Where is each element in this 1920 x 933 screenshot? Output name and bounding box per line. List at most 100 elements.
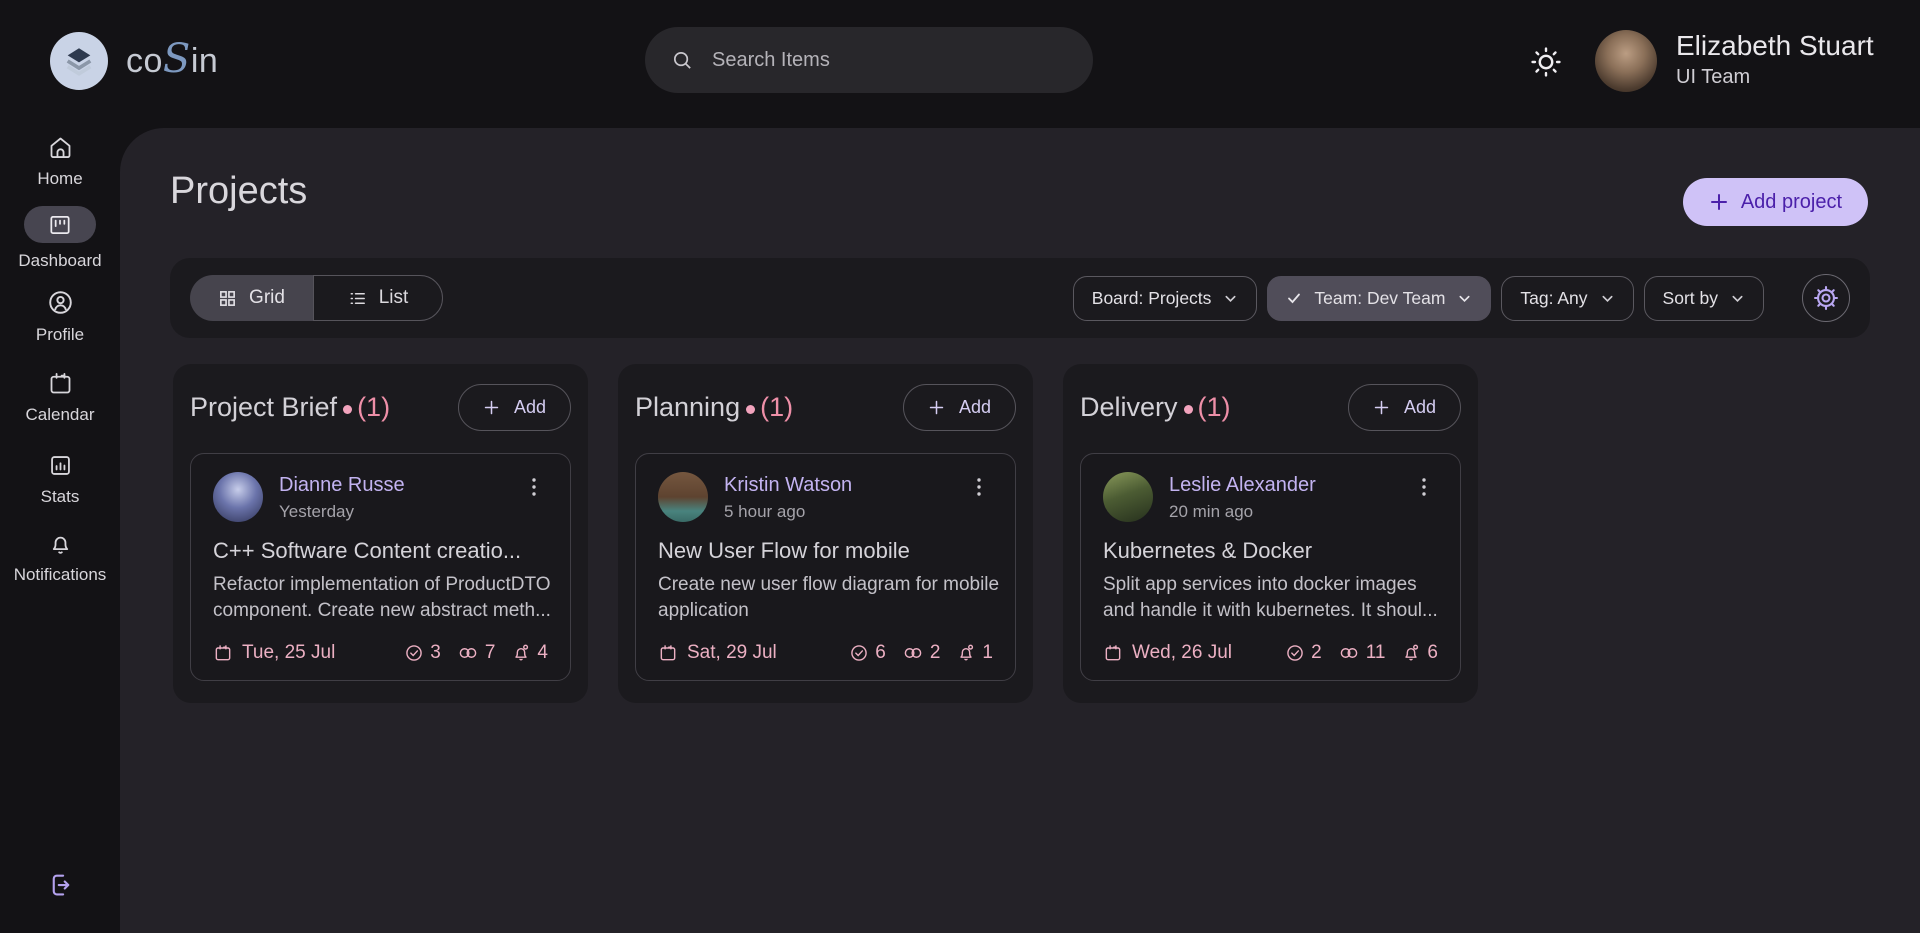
sidebar-label: Stats bbox=[41, 487, 80, 507]
card-header: Kristin Watson 5 hour ago bbox=[658, 472, 993, 522]
board-columns: Project Brief (1) Add Dianne Russe Yeste… bbox=[173, 364, 1478, 703]
kebab-menu-icon[interactable] bbox=[1410, 472, 1438, 502]
add-card-label: Add bbox=[959, 397, 991, 418]
count-dot bbox=[343, 405, 352, 414]
card-due-date: Wed, 26 Jul bbox=[1103, 642, 1232, 664]
user-meta: Elizabeth Stuart UI Team bbox=[1676, 30, 1874, 89]
add-card-button[interactable]: Add bbox=[458, 384, 571, 431]
plus-icon bbox=[928, 399, 945, 416]
card-title: C++ Software Content creatio... bbox=[213, 538, 548, 564]
sidebar-item-dashboard[interactable]: Dashboard bbox=[0, 206, 120, 271]
card-author-avatar bbox=[1103, 472, 1153, 522]
alerts-stat: 6 bbox=[1401, 642, 1438, 664]
card-header: Leslie Alexander 20 min ago bbox=[1103, 472, 1438, 522]
toolbar: Grid List Board: Projects bbox=[170, 258, 1870, 338]
card-author-name: Leslie Alexander bbox=[1169, 474, 1316, 497]
project-card[interactable]: Kristin Watson 5 hour ago New User Flow … bbox=[635, 453, 1016, 681]
card-timestamp: 5 hour ago bbox=[724, 502, 852, 522]
column-count: (1) bbox=[357, 392, 390, 423]
list-view-button[interactable]: List bbox=[313, 275, 443, 321]
project-card[interactable]: Dianne Russe Yesterday C++ Software Cont… bbox=[190, 453, 571, 681]
card-description: Refactor implementation of ProductDTO co… bbox=[213, 572, 558, 624]
tasks-stat: 6 bbox=[849, 642, 886, 664]
sidebar-item-stats[interactable]: Stats bbox=[0, 452, 120, 507]
tasks-stat: 3 bbox=[404, 642, 441, 664]
check-circle-icon bbox=[1285, 643, 1305, 663]
sidebar: Home Dashboard Profile bbox=[0, 128, 120, 933]
card-stats: 6 2 1 bbox=[849, 642, 993, 664]
filter-team[interactable]: Team: Dev Team bbox=[1267, 276, 1491, 321]
brand-name: coSin bbox=[126, 42, 218, 81]
user-avatar[interactable] bbox=[1595, 30, 1657, 92]
column-count: (1) bbox=[760, 392, 793, 423]
stats-icon bbox=[47, 452, 74, 479]
board-icon bbox=[47, 212, 73, 238]
filter-tag[interactable]: Tag: Any bbox=[1501, 276, 1633, 321]
kebab-menu-icon[interactable] bbox=[965, 472, 993, 502]
check-icon bbox=[1286, 290, 1302, 306]
card-footer: Tue, 25 Jul 3 7 4 bbox=[213, 642, 548, 664]
count-dot bbox=[746, 405, 755, 414]
card-author: Dianne Russe Yesterday bbox=[279, 472, 405, 522]
sidebar-label: Home bbox=[37, 169, 82, 189]
card-footer: Sat, 29 Jul 6 2 1 bbox=[658, 642, 993, 664]
main-panel: Projects Add project Grid bbox=[120, 128, 1920, 933]
card-title: Kubernetes & Docker bbox=[1103, 538, 1438, 564]
check-circle-icon bbox=[404, 643, 424, 663]
user-team: UI Team bbox=[1676, 66, 1874, 89]
links-stat: 2 bbox=[902, 642, 941, 664]
settings-gear-icon[interactable] bbox=[1802, 274, 1850, 322]
card-author: Leslie Alexander 20 min ago bbox=[1169, 472, 1316, 522]
calendar-icon bbox=[658, 643, 678, 663]
project-card[interactable]: Leslie Alexander 20 min ago Kubernetes &… bbox=[1080, 453, 1461, 681]
card-footer: Wed, 26 Jul 2 11 6 bbox=[1103, 642, 1438, 664]
add-project-label: Add project bbox=[1741, 191, 1842, 214]
add-card-button[interactable]: Add bbox=[1348, 384, 1461, 431]
link-icon bbox=[1338, 643, 1360, 663]
links-stat: 7 bbox=[457, 642, 496, 664]
brand-logo[interactable]: coSin bbox=[50, 32, 218, 90]
view-toggle: Grid List bbox=[190, 275, 443, 321]
sidebar-item-notifications[interactable]: Notifications bbox=[0, 530, 120, 585]
card-timestamp: 20 min ago bbox=[1169, 502, 1316, 522]
card-stats: 3 7 4 bbox=[404, 642, 548, 664]
bell-badge-icon bbox=[1401, 643, 1421, 663]
bell-badge-icon bbox=[956, 643, 976, 663]
bell-icon bbox=[47, 530, 74, 557]
search-input[interactable] bbox=[712, 49, 1052, 72]
column-planning: Planning (1) Add Kristin Watson 5 hour a… bbox=[618, 364, 1033, 703]
sidebar-item-home[interactable]: Home bbox=[0, 134, 120, 189]
card-author-avatar bbox=[213, 472, 263, 522]
grid-view-button[interactable]: Grid bbox=[190, 275, 313, 321]
layers-icon bbox=[50, 32, 108, 90]
plus-icon bbox=[1373, 399, 1390, 416]
list-label: List bbox=[379, 287, 409, 309]
logout-icon[interactable] bbox=[40, 865, 80, 905]
column-project-brief: Project Brief (1) Add Dianne Russe Yeste… bbox=[173, 364, 588, 703]
chevron-down-icon bbox=[1730, 291, 1745, 306]
card-author: Kristin Watson 5 hour ago bbox=[724, 472, 852, 522]
chevron-down-icon bbox=[1457, 291, 1472, 306]
search-bar[interactable] bbox=[645, 27, 1093, 93]
filter-sort[interactable]: Sort by bbox=[1644, 276, 1764, 321]
top-bar: coSin Elizabeth Stuart UI Team bbox=[0, 0, 1920, 128]
page-title: Projects bbox=[170, 170, 307, 213]
add-card-button[interactable]: Add bbox=[903, 384, 1016, 431]
filter-tag-label: Tag: Any bbox=[1520, 288, 1587, 309]
kebab-menu-icon[interactable] bbox=[520, 472, 548, 502]
card-stats: 2 11 6 bbox=[1285, 642, 1438, 664]
add-project-button[interactable]: Add project bbox=[1683, 178, 1868, 226]
filter-board[interactable]: Board: Projects bbox=[1073, 276, 1258, 321]
chevron-down-icon bbox=[1223, 291, 1238, 306]
active-pill bbox=[24, 206, 96, 243]
column-count: (1) bbox=[1198, 392, 1231, 423]
sidebar-label: Profile bbox=[36, 325, 84, 345]
filter-sort-label: Sort by bbox=[1663, 288, 1718, 309]
column-title: Delivery bbox=[1080, 392, 1198, 423]
theme-toggle-sun-icon[interactable] bbox=[1526, 42, 1566, 82]
sidebar-item-profile[interactable]: Profile bbox=[0, 288, 120, 345]
link-icon bbox=[902, 643, 924, 663]
filters: Board: Projects Team: Dev Team Tag: Any bbox=[1073, 274, 1850, 322]
sidebar-item-calendar[interactable]: Calendar bbox=[0, 370, 120, 425]
chevron-down-icon bbox=[1600, 291, 1615, 306]
